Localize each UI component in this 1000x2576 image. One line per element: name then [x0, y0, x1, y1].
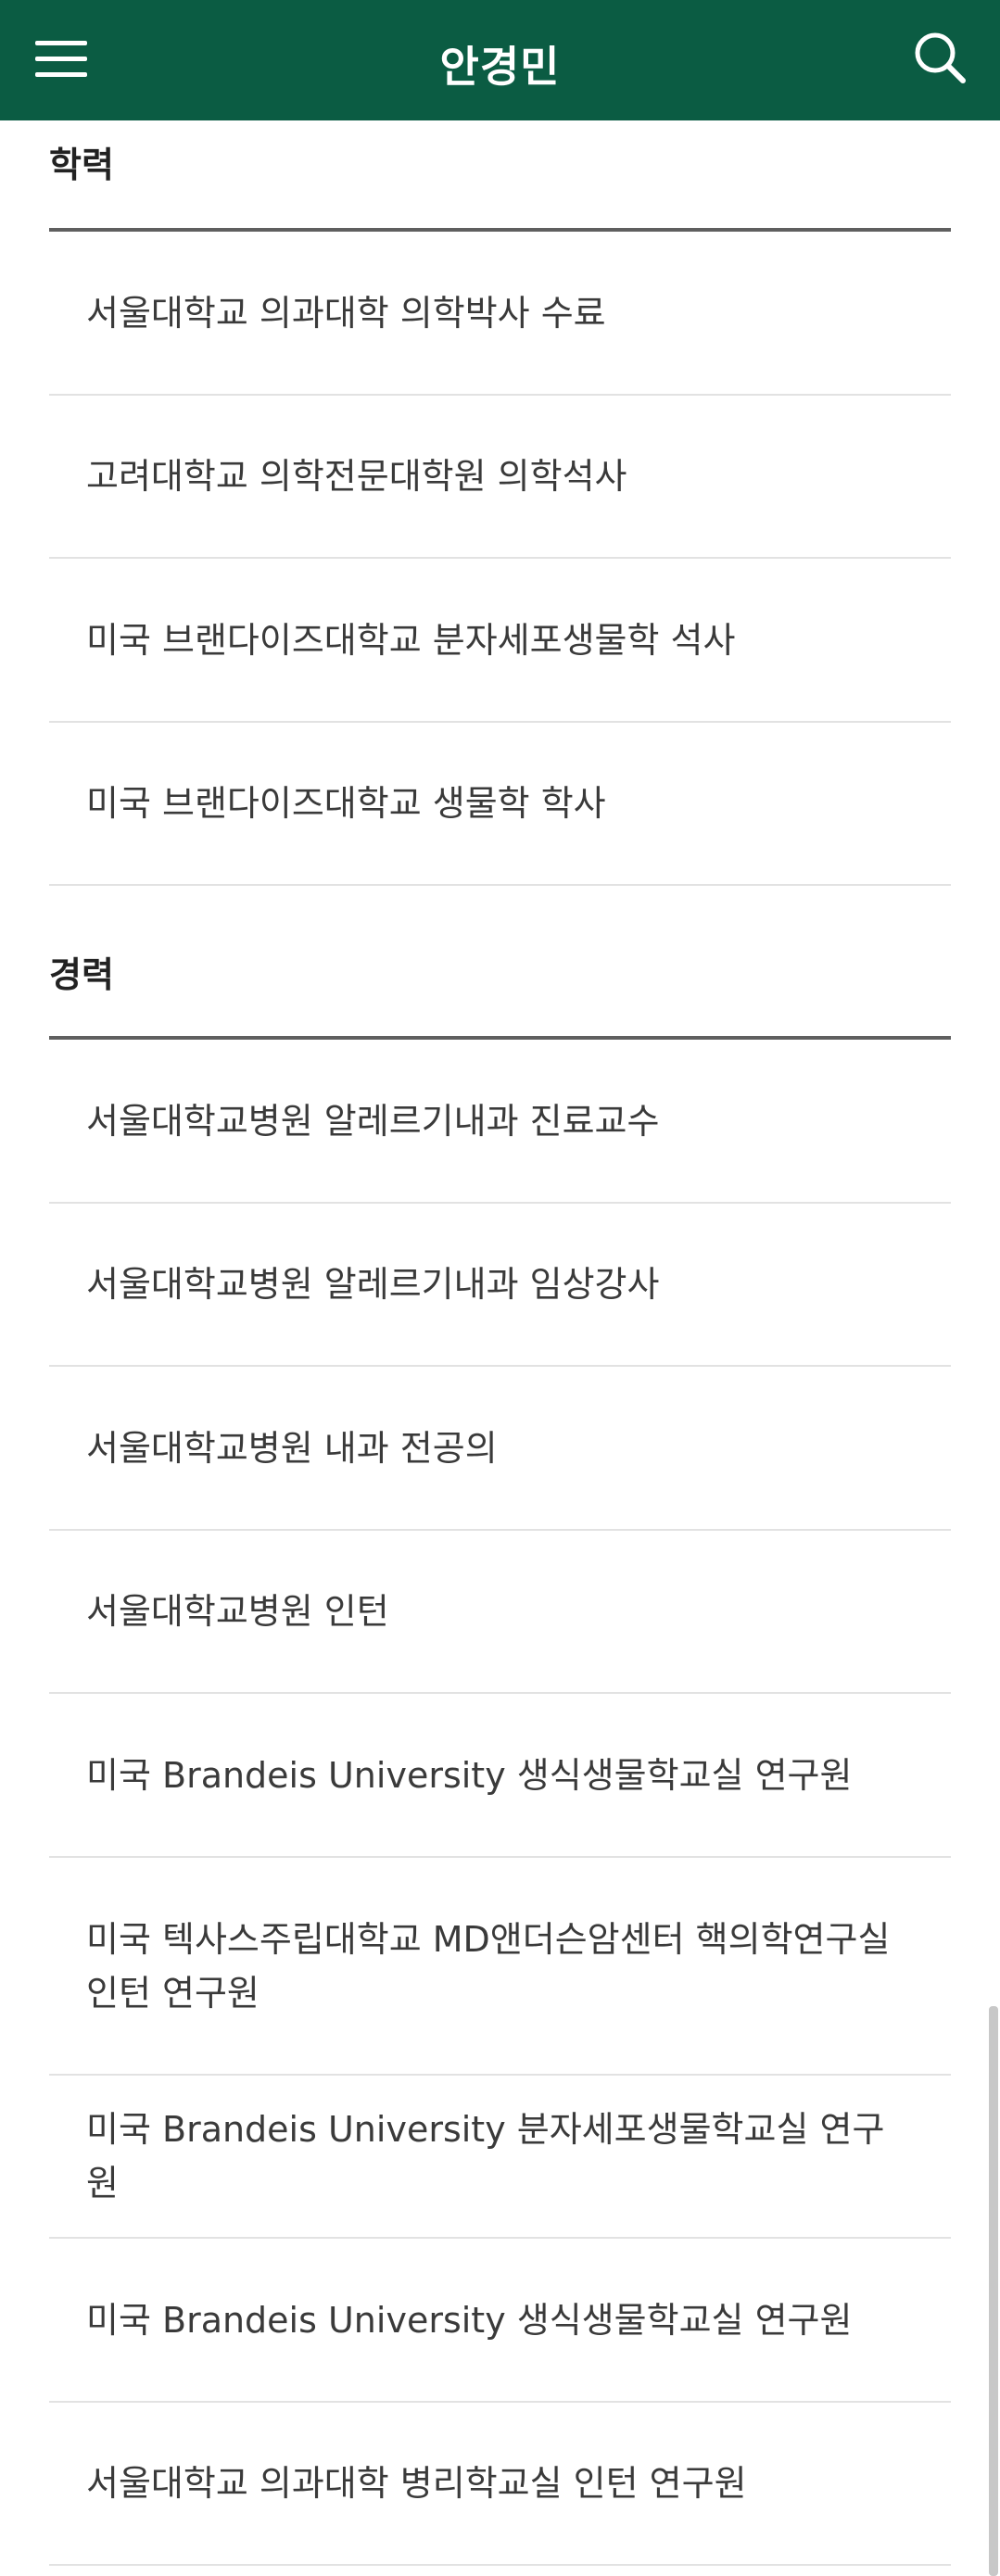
career-item: 서울대학교병원 알레르기내과 진료교수 [49, 1040, 951, 1204]
career-item: 서울대학교병원 알레르기내과 임상강사 [49, 1204, 951, 1367]
career-heading: 경력 [49, 886, 951, 1040]
education-item: 서울대학교 의과대학 의학박사 수료 [49, 232, 951, 396]
app-header: 안경민 [0, 0, 1000, 120]
education-item: 고려대학교 의학전문대학원 의학석사 [49, 396, 951, 559]
career-item: 미국 Brandeis University 생식생물학교실 연구원 [49, 1694, 951, 1858]
scrollbar[interactable] [989, 2006, 998, 2576]
page-title: 안경민 [439, 42, 561, 92]
career-item: 미국 Brandeis University 생식생물학교실 연구원 [49, 2239, 951, 2403]
career-item: 서울대학교병원 인턴 [49, 1531, 951, 1694]
education-item: 미국 브랜다이즈대학교 생물학 학사 [49, 723, 951, 886]
education-item: 미국 브랜다이즈대학교 분자세포생물학 석사 [49, 559, 951, 723]
career-item: 미국 텍사스주립대학교 MD앤더슨암센터 핵의학연구실 인턴 연구원 [49, 1858, 951, 2076]
career-item: 미국 Brandeis University 분자세포생물학교실 연구원 [49, 2076, 951, 2239]
career-item: 서울대학교 의과대학 병리학교실 인턴 연구원 [49, 2403, 951, 2566]
search-icon[interactable] [912, 30, 968, 85]
education-heading: 학력 [49, 120, 951, 232]
profile-content: 학력 서울대학교 의과대학 의학박사 수료 고려대학교 의학전문대학원 의학석사… [0, 120, 1000, 2566]
career-item: 서울대학교병원 내과 전공의 [49, 1367, 951, 1531]
